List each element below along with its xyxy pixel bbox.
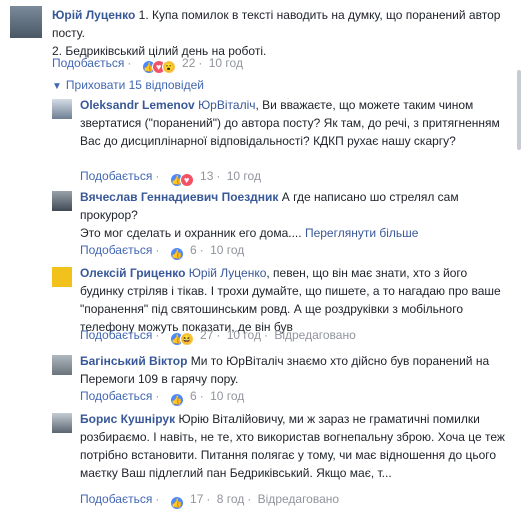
like-reaction-icon: 👍 bbox=[169, 393, 184, 407]
like-reaction-icon: 👍 bbox=[169, 247, 184, 261]
hide-replies-link[interactable]: ▼ Приховати 15 відповідей bbox=[52, 78, 204, 92]
reply-meta: Подобається · 👍 6 · 10 год bbox=[80, 389, 245, 407]
reaction-count: 6 bbox=[190, 243, 197, 257]
reply-text: Oleksandr Lemenov ЮрВіталіч, Ви вважаєте… bbox=[80, 96, 510, 150]
reactions[interactable]: 👍 bbox=[169, 495, 184, 510]
avatar[interactable] bbox=[52, 99, 72, 119]
reply-body-line2: Это мог сделать и охранник его дома.... bbox=[80, 226, 302, 240]
like-link[interactable]: Подобається bbox=[80, 328, 152, 342]
reply-author[interactable]: Багінський Віктор bbox=[80, 354, 187, 368]
reactions[interactable]: 👍 ♥ 😮 bbox=[141, 59, 176, 74]
reaction-count: 27 bbox=[200, 328, 214, 342]
reactions[interactable]: 👍😆 bbox=[169, 331, 194, 346]
reactions[interactable]: 👍 bbox=[169, 246, 184, 261]
reply-time[interactable]: 8 год bbox=[217, 492, 245, 506]
reaction-count: 6 bbox=[190, 389, 197, 403]
reactions[interactable]: 👍 ♥ bbox=[169, 172, 194, 187]
reply-time[interactable]: 10 год bbox=[210, 243, 244, 257]
reply-text: Борис Кушнірук Юрію Віталійовичу, ми ж з… bbox=[80, 410, 510, 482]
reaction-count: 17 bbox=[190, 492, 204, 506]
edited-label[interactable]: Відредаговано bbox=[274, 328, 355, 342]
comment-meta: Подобається · 👍 ♥ 😮 22 · 10 год bbox=[52, 56, 243, 74]
reactions[interactable]: 👍 bbox=[169, 392, 184, 407]
like-link[interactable]: Подобається bbox=[80, 492, 152, 506]
reply-author[interactable]: Oleksandr Lemenov bbox=[80, 98, 195, 112]
reply-meta: Подобається · 👍 ♥ 13 · 10 год bbox=[80, 169, 261, 187]
reply-time[interactable]: 10 год bbox=[227, 328, 261, 342]
reply-author[interactable]: Олексій Гриценко bbox=[80, 266, 185, 280]
see-more-link[interactable]: Переглянути більше bbox=[305, 226, 419, 240]
hide-replies-label: Приховати 15 відповідей bbox=[65, 78, 204, 92]
avatar[interactable] bbox=[10, 6, 42, 38]
haha-reaction-icon: 😆 bbox=[179, 332, 194, 346]
love-reaction-icon: ♥ bbox=[179, 173, 194, 187]
like-link[interactable]: Подобається bbox=[80, 169, 152, 183]
reply-meta: Подобається · 👍😆 27 · 10 год · Відредагован… bbox=[80, 328, 356, 346]
reply-author[interactable]: Борис Кушнірук bbox=[80, 412, 175, 426]
avatar[interactable] bbox=[52, 355, 72, 375]
like-link[interactable]: Подобається bbox=[80, 243, 152, 257]
reply-text: Вячеслав Геннадиевич Поездник А где напи… bbox=[80, 188, 510, 242]
reply-mention[interactable]: Юрій Луценко bbox=[189, 266, 267, 280]
reply-author[interactable]: Вячеслав Геннадиевич Поездник bbox=[80, 190, 278, 204]
wow-reaction-icon: 😮 bbox=[161, 60, 176, 74]
reply-meta: Подобається · 👍 6 · 10 год bbox=[80, 243, 245, 261]
like-reaction-icon: 👍 bbox=[169, 496, 184, 510]
scrollbar[interactable] bbox=[517, 70, 521, 150]
reply-mention[interactable]: ЮрВіталіч bbox=[198, 98, 255, 112]
reply-text: Багінський Віктор Ми то ЮрВіталіч знаємо… bbox=[80, 352, 510, 388]
collapse-arrow-icon: ▼ bbox=[52, 81, 62, 92]
like-link[interactable]: Подобається bbox=[52, 56, 124, 70]
comment-time[interactable]: 10 год bbox=[209, 56, 243, 70]
reply-time[interactable]: 10 год bbox=[227, 169, 261, 183]
comment-text: Юрій Луценко 1. Купа помилок в тексті на… bbox=[52, 6, 507, 60]
avatar[interactable] bbox=[52, 413, 72, 433]
avatar[interactable] bbox=[52, 191, 72, 211]
like-link[interactable]: Подобається bbox=[80, 389, 152, 403]
reaction-count: 22 bbox=[182, 56, 196, 70]
reaction-count: 13 bbox=[200, 169, 214, 183]
reply-meta: Подобається · 👍 17 · 8 год · Відредаговано bbox=[80, 492, 340, 510]
reply-text: Олексій Гриценко Юрій Луценко, певен, що… bbox=[80, 264, 510, 336]
avatar[interactable] bbox=[52, 267, 72, 287]
edited-label[interactable]: Відредаговано bbox=[258, 492, 339, 506]
reply-time[interactable]: 10 год bbox=[210, 389, 244, 403]
comment-author[interactable]: Юрій Луценко bbox=[52, 8, 135, 22]
